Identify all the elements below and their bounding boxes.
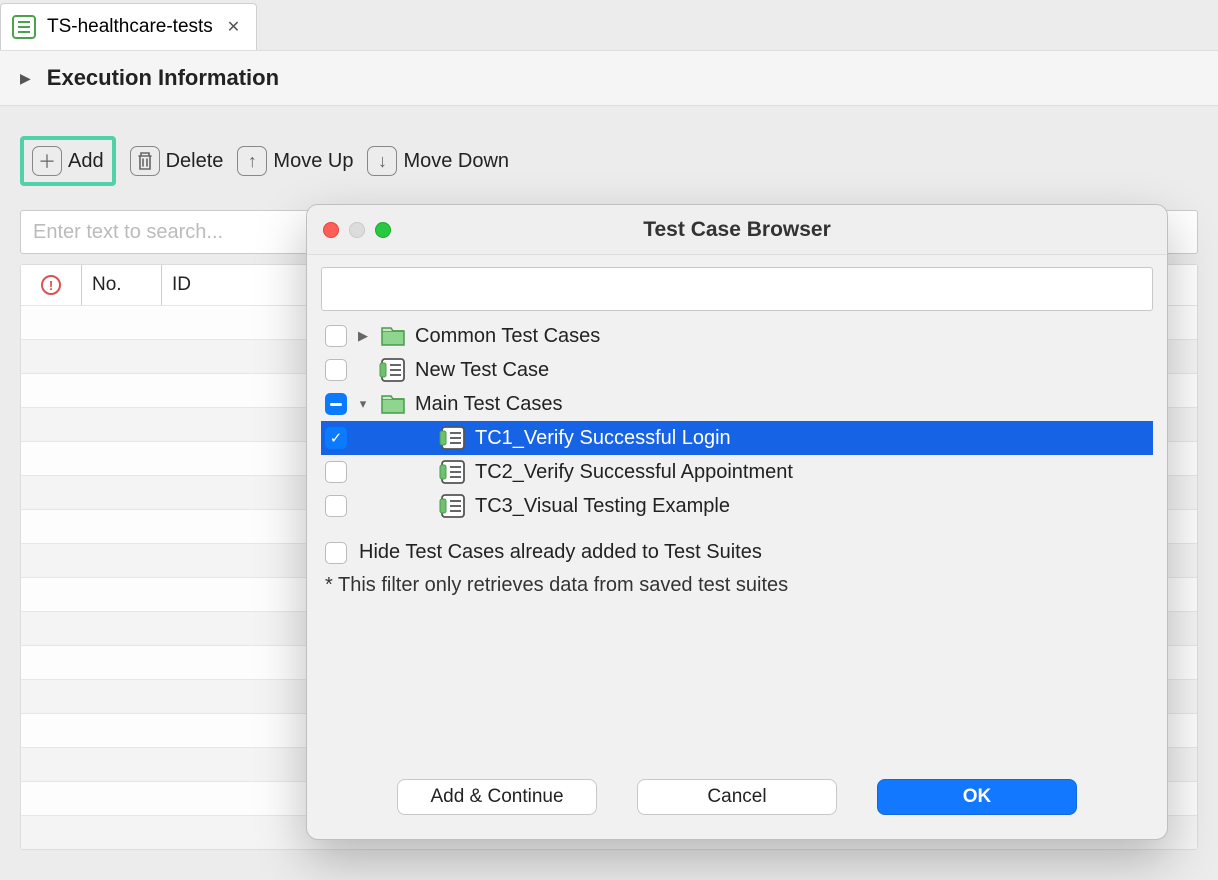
- window-controls: [323, 222, 391, 238]
- dialog-title: Test Case Browser: [643, 218, 831, 242]
- filter-area: Hide Test Cases already added to Test Su…: [321, 523, 1153, 597]
- chevron-down-icon[interactable]: ▾: [355, 396, 371, 412]
- section-title: Execution Information: [47, 65, 279, 91]
- delete-button[interactable]: Delete: [130, 146, 224, 176]
- dialog-buttons: Add & Continue Cancel OK: [321, 759, 1153, 839]
- filter-note: * This filter only retrieves data from s…: [325, 574, 1149, 597]
- hide-checkbox[interactable]: [325, 542, 347, 564]
- arrow-down-icon: ↓: [367, 146, 397, 176]
- chevron-right-icon[interactable]: ▶: [355, 328, 371, 344]
- tree-label: TC3_Visual Testing Example: [475, 495, 730, 518]
- tree-item-new-test-case[interactable]: New Test Case: [321, 353, 1153, 387]
- section-header[interactable]: ▶ Execution Information: [0, 50, 1218, 106]
- close-window-icon[interactable]: [323, 222, 339, 238]
- tree-label: TC1_Verify Successful Login: [475, 427, 731, 450]
- tree-folder-common[interactable]: ▶ Common Test Cases: [321, 319, 1153, 353]
- tree-folder-main[interactable]: ▾ Main Test Cases: [321, 387, 1153, 421]
- hide-label: Hide Test Cases already added to Test Su…: [359, 541, 762, 564]
- checkbox[interactable]: [325, 325, 347, 347]
- disclosure-arrow-icon: ▶: [20, 70, 31, 87]
- add-button[interactable]: ＋ Add: [20, 136, 116, 186]
- test-case-icon: [439, 424, 467, 452]
- add-label: Add: [68, 150, 104, 173]
- move-up-label: Move Up: [273, 150, 353, 173]
- ok-button[interactable]: OK: [877, 779, 1077, 815]
- move-down-label: Move Down: [403, 150, 509, 173]
- checkbox-checked[interactable]: ✓: [325, 427, 347, 449]
- test-suite-icon: [11, 14, 37, 40]
- folder-icon: [379, 323, 407, 349]
- trash-icon: [130, 146, 160, 176]
- dialog-body: ▶ Common Test Cases New Test Case ▾ Main…: [307, 255, 1167, 839]
- checkbox[interactable]: [325, 461, 347, 483]
- hide-already-added-row: Hide Test Cases already added to Test Su…: [325, 541, 1149, 564]
- tree-label: TC2_Verify Successful Appointment: [475, 461, 793, 484]
- checkbox[interactable]: [325, 359, 347, 381]
- tree-item-tc1[interactable]: ✓ TC1_Verify Successful Login: [321, 421, 1153, 455]
- dialog-search-input[interactable]: [321, 267, 1153, 311]
- tree-item-tc2[interactable]: TC2_Verify Successful Appointment: [321, 455, 1153, 489]
- zoom-window-icon[interactable]: [375, 222, 391, 238]
- plus-icon: ＋: [32, 146, 62, 176]
- folder-icon: [379, 391, 407, 417]
- col-alert: !: [21, 265, 81, 305]
- move-down-button[interactable]: ↓ Move Down: [367, 146, 509, 176]
- tab-bar: TS-healthcare-tests ✕: [0, 0, 1218, 50]
- test-case-tree: ▶ Common Test Cases New Test Case ▾ Main…: [321, 319, 1153, 523]
- close-tab-icon[interactable]: ✕: [227, 17, 240, 37]
- tree-label: Main Test Cases: [415, 393, 562, 416]
- minimize-window-icon[interactable]: [349, 222, 365, 238]
- test-case-icon: [439, 492, 467, 520]
- alert-icon: !: [41, 275, 61, 295]
- move-up-button[interactable]: ↑ Move Up: [237, 146, 353, 176]
- titlebar: Test Case Browser: [307, 205, 1167, 255]
- test-case-icon: [379, 356, 407, 384]
- add-continue-button[interactable]: Add & Continue: [397, 779, 597, 815]
- tree-item-tc3[interactable]: TC3_Visual Testing Example: [321, 489, 1153, 523]
- checkbox[interactable]: [325, 495, 347, 517]
- test-case-icon: [439, 458, 467, 486]
- tab-active[interactable]: TS-healthcare-tests ✕: [0, 3, 257, 50]
- toolbar: ＋ Add Delete ↑ Move Up ↓ Move Down: [20, 136, 1198, 186]
- delete-label: Delete: [166, 150, 224, 173]
- checkbox-indeterminate[interactable]: [325, 393, 347, 415]
- tab-title: TS-healthcare-tests: [47, 16, 213, 38]
- cancel-button[interactable]: Cancel: [637, 779, 837, 815]
- tree-label: New Test Case: [415, 359, 549, 382]
- arrow-up-icon: ↑: [237, 146, 267, 176]
- test-case-browser-dialog: Test Case Browser ▶ Common Test Cases Ne…: [306, 204, 1168, 840]
- tree-label: Common Test Cases: [415, 325, 600, 348]
- col-no[interactable]: No.: [81, 265, 161, 305]
